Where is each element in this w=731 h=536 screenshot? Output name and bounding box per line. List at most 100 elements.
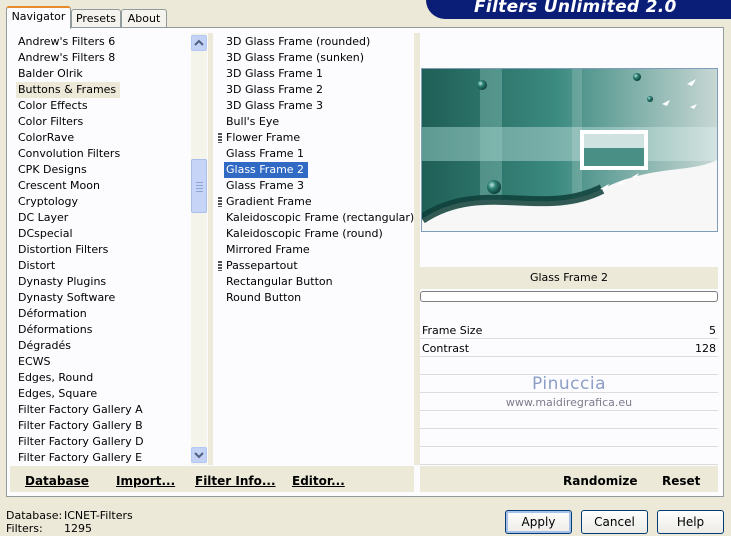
- list-item[interactable]: Flower Frame: [224, 130, 414, 146]
- tab-label: Presets: [75, 12, 117, 25]
- list-item[interactable]: Dynasty Software: [16, 290, 190, 306]
- param-value: 5: [709, 324, 716, 337]
- param-value: 128: [695, 342, 716, 355]
- import-link[interactable]: Import...: [116, 474, 175, 488]
- list-item[interactable]: Color Effects: [16, 98, 190, 114]
- filter-list[interactable]: 3D Glass Frame (rounded) 3D Glass Frame (…: [224, 34, 414, 306]
- list-item[interactable]: Crescent Moon: [16, 178, 190, 194]
- list-item-label: CPK Designs: [18, 163, 87, 176]
- list-item[interactable]: Passepartout: [224, 258, 414, 274]
- list-item-label: DCspecial: [18, 227, 73, 240]
- list-item[interactable]: Glass Frame 3: [224, 178, 414, 194]
- list-item[interactable]: Distort: [16, 258, 190, 274]
- list-item-label: Mirrored Frame: [226, 243, 310, 256]
- progress-bar: [420, 291, 718, 302]
- list-item[interactable]: Color Filters: [16, 114, 190, 130]
- list-item[interactable]: Bull's Eye: [224, 114, 414, 130]
- list-item[interactable]: Edges, Round: [16, 370, 190, 386]
- filters-count-value: 1295: [64, 522, 92, 535]
- param-row[interactable]: Contrast 128: [420, 340, 718, 357]
- list-item[interactable]: Dégradés: [16, 338, 190, 354]
- list-item-label: 3D Glass Frame (sunken): [226, 51, 364, 64]
- list-item[interactable]: Gradient Frame: [224, 194, 414, 210]
- database-label: Database:: [6, 509, 63, 522]
- param-label: Contrast: [422, 342, 470, 355]
- cancel-button[interactable]: Cancel: [581, 510, 648, 534]
- list-item[interactable]: Rectangular Button: [224, 274, 414, 290]
- tab-about[interactable]: About: [121, 9, 167, 28]
- list-item-label: Dynasty Software: [18, 291, 116, 304]
- list-item[interactable]: Mirrored Frame: [224, 242, 414, 258]
- list-item-label: 3D Glass Frame (rounded): [226, 35, 371, 48]
- list-item-label: Distortion Filters: [18, 243, 109, 256]
- filters-count-label: Filters:: [6, 522, 43, 535]
- list-item[interactable]: Distortion Filters: [16, 242, 190, 258]
- list-item[interactable]: Buttons & Frames: [16, 82, 190, 98]
- category-scrollbar[interactable]: [191, 33, 207, 465]
- scroll-up-button[interactable]: [191, 35, 207, 51]
- editor-link[interactable]: Editor...: [292, 474, 345, 488]
- svg-text:~~~ ~~~~~ ~~~~: ~~~ ~~~~~ ~~~~: [632, 185, 685, 191]
- chevron-up-icon: [194, 39, 204, 46]
- tab-label: About: [127, 12, 161, 25]
- list-item[interactable]: 3D Glass Frame (rounded): [224, 34, 414, 50]
- group-marker-icon: [218, 261, 222, 271]
- reset-button[interactable]: Reset: [662, 474, 700, 488]
- list-item[interactable]: Andrew's Filters 6: [16, 34, 190, 50]
- filter-name-display: Glass Frame 2: [420, 267, 718, 289]
- svg-text:~~~~ ~~~~ ~~~~~: ~~~~ ~~~~ ~~~~~: [632, 177, 690, 183]
- list-item[interactable]: DC Layer: [16, 210, 190, 226]
- list-item[interactable]: 3D Glass Frame 1: [224, 66, 414, 82]
- category-list[interactable]: Andrew's Filters 6 Andrew's Filters 8 Bald…: [16, 34, 190, 466]
- list-item[interactable]: Déformation: [16, 306, 190, 322]
- list-item[interactable]: Filter Factory Gallery E: [16, 450, 190, 466]
- apply-button[interactable]: Apply: [505, 510, 572, 534]
- list-item[interactable]: Convolution Filters: [16, 146, 190, 162]
- list-item-label: Glass Frame 1: [226, 147, 305, 160]
- list-item[interactable]: Round Button: [224, 290, 414, 306]
- list-item[interactable]: 3D Glass Frame 3: [224, 98, 414, 114]
- list-item-label: Convolution Filters: [18, 147, 121, 160]
- chevron-down-icon: [194, 452, 204, 459]
- list-item[interactable]: CPK Designs: [16, 162, 190, 178]
- tab-navigator[interactable]: Navigator: [6, 6, 71, 29]
- list-item[interactable]: ECWS: [16, 354, 190, 370]
- list-item-label: Gradient Frame: [226, 195, 312, 208]
- database-link[interactable]: Database: [25, 474, 89, 488]
- list-item-label: Crescent Moon: [18, 179, 100, 192]
- list-item[interactable]: Filter Factory Gallery B: [16, 418, 190, 434]
- svg-text:~~~~~ ~~~ ~~~~~: ~~~~~ ~~~ ~~~~~: [632, 193, 690, 199]
- list-item[interactable]: Déformations: [16, 322, 190, 338]
- list-item[interactable]: ColorRave: [16, 130, 190, 146]
- scroll-thumb[interactable]: [191, 159, 207, 213]
- list-item[interactable]: Glass Frame 1: [224, 146, 414, 162]
- param-row[interactable]: Frame Size 5: [420, 322, 718, 339]
- list-item-label: Déformation: [18, 307, 87, 320]
- list-item[interactable]: Dynasty Plugins: [16, 274, 190, 290]
- list-item[interactable]: 3D Glass Frame (sunken): [224, 50, 414, 66]
- database-value: ICNET-Filters: [64, 509, 133, 522]
- help-button[interactable]: Help: [657, 510, 724, 534]
- param-row-empty: [420, 448, 718, 465]
- list-item[interactable]: Cryptology: [16, 194, 190, 210]
- randomize-button[interactable]: Randomize: [563, 474, 637, 488]
- filter-preview-image: ~~~~ ~~~~ ~~~~~ ~~~ ~~~~~ ~~~~ ~~~~~ ~~~…: [421, 68, 718, 232]
- list-item[interactable]: Edges, Square: [16, 386, 190, 402]
- list-item-label: Filter Factory Gallery E: [18, 451, 143, 464]
- filter-info-link[interactable]: Filter Info...: [195, 474, 276, 488]
- list-item[interactable]: Kaleidoscopic Frame (round): [224, 226, 414, 242]
- tab-presets[interactable]: Presets: [71, 9, 121, 28]
- list-item[interactable]: DCspecial: [16, 226, 190, 242]
- param-row-empty: [420, 412, 718, 429]
- scroll-down-button[interactable]: [191, 447, 207, 463]
- list-item-label: Filter Factory Gallery A: [18, 403, 143, 416]
- list-item[interactable]: Kaleidoscopic Frame (rectangular): [224, 210, 414, 226]
- list-item[interactable]: Balder Olrik: [16, 66, 190, 82]
- list-item-label: Passepartout: [226, 259, 298, 272]
- list-item[interactable]: Glass Frame 2: [224, 162, 414, 178]
- list-item-label: Distort: [18, 259, 56, 272]
- list-item[interactable]: 3D Glass Frame 2: [224, 82, 414, 98]
- list-item[interactable]: Filter Factory Gallery A: [16, 402, 190, 418]
- list-item[interactable]: Andrew's Filters 8: [16, 50, 190, 66]
- list-item[interactable]: Filter Factory Gallery D: [16, 434, 190, 450]
